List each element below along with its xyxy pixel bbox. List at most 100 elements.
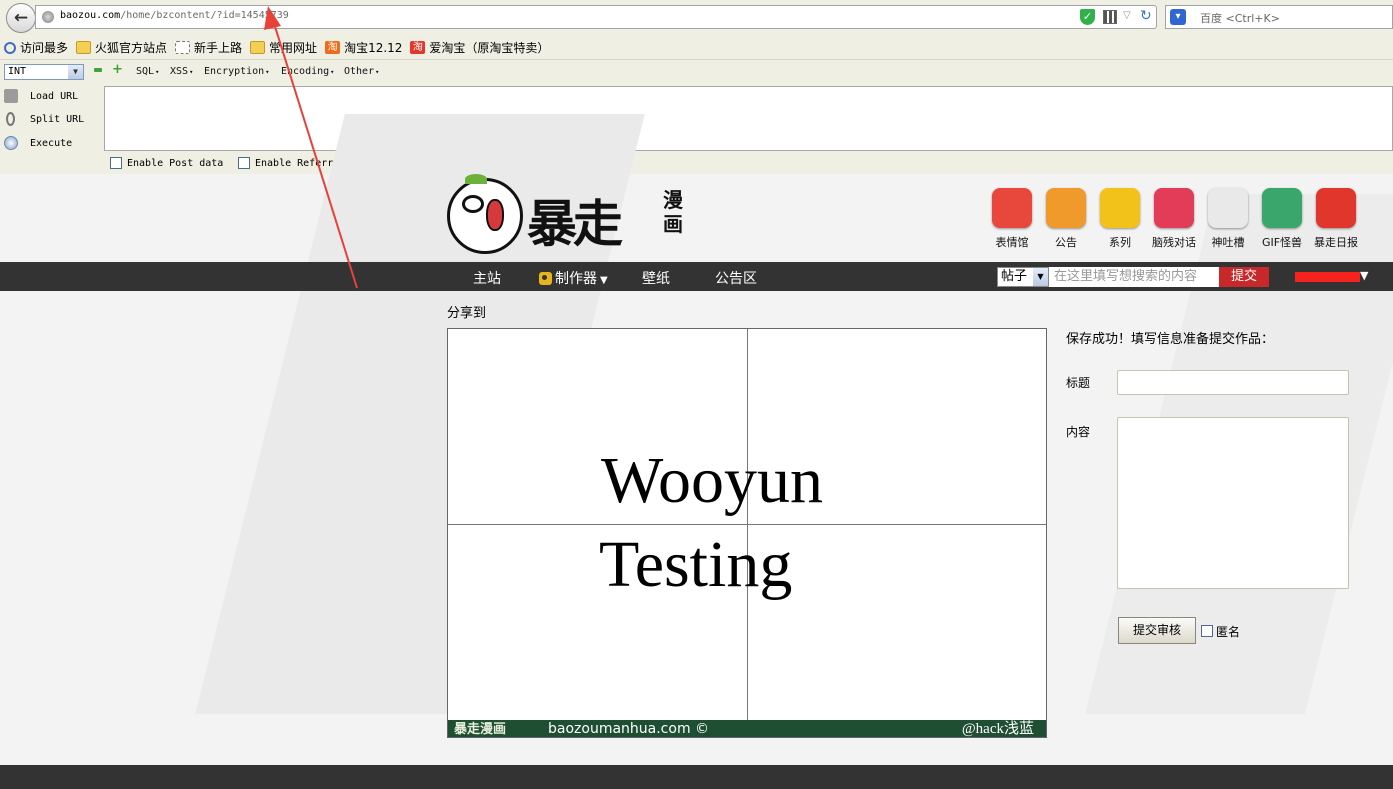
play-icon xyxy=(4,136,18,150)
checkbox[interactable] xyxy=(110,157,122,169)
logo-text: 暴走 xyxy=(527,194,623,253)
load-url-button[interactable]: Load URL xyxy=(0,86,100,106)
vs-icon xyxy=(1154,188,1194,228)
footer-bar xyxy=(0,765,1393,789)
series-icon xyxy=(1100,188,1140,228)
search-submit-button[interactable]: 提交 xyxy=(1219,267,1269,287)
bookmark-most-visited[interactable]: 访问最多 xyxy=(4,39,68,56)
scissors-icon xyxy=(6,112,15,126)
logo-subtext: 漫画 xyxy=(663,188,683,236)
notice-icon xyxy=(1046,188,1086,228)
caret-down-icon[interactable]: ▼ xyxy=(1360,269,1368,282)
plus-icon[interactable]: + xyxy=(112,63,123,76)
folder-icon xyxy=(250,41,266,54)
aitaobao-icon: 淘 xyxy=(410,41,426,54)
menu-xss[interactable]: XSS xyxy=(170,66,193,77)
content-textarea[interactable] xyxy=(1117,417,1349,589)
cat-icon xyxy=(1208,188,1248,228)
feature-roast[interactable]: 神吐槽 xyxy=(1201,188,1255,250)
face-icon xyxy=(992,188,1032,228)
search-type-select[interactable]: 帖子 ▼ xyxy=(997,267,1049,287)
grid-divider xyxy=(747,329,748,721)
search-placeholder: 百度 <Ctrl+K> xyxy=(1200,12,1280,25)
canvas-text-line: Wooyun xyxy=(601,444,824,517)
share-label: 分享到 xyxy=(447,306,487,321)
watermark-logo: 暴走漫画 xyxy=(454,722,507,737)
title-input[interactable] xyxy=(1117,370,1349,395)
menu-encryption[interactable]: Encryption xyxy=(204,66,269,77)
bookmark-getting-started[interactable]: 新手上路 xyxy=(175,39,242,56)
title-label: 标题 xyxy=(1066,376,1091,390)
bookmark-common-sites[interactable]: 常用网址 xyxy=(250,39,317,56)
canvas-text-line: Testing xyxy=(599,528,793,601)
anonymous-label: 匿名 xyxy=(1216,625,1241,639)
chevron-down-icon[interactable]: ▼ xyxy=(1033,268,1048,286)
site-search-input[interactable]: 在这里填写想搜索的内容 xyxy=(1049,267,1219,287)
sprout-icon xyxy=(465,174,487,184)
reload-icon[interactable]: ↻ xyxy=(1140,8,1152,24)
menu-other[interactable]: Other xyxy=(344,66,379,77)
load-url-icon xyxy=(4,89,18,103)
execute-button[interactable]: Execute xyxy=(0,133,100,153)
enable-referrer-checkbox[interactable]: Enable Referrer xyxy=(238,157,345,169)
shield-icon[interactable]: ✓ xyxy=(1080,9,1095,25)
submit-review-button[interactable]: 提交审核 xyxy=(1118,617,1196,644)
canvas-watermark: 暴走漫画 baozoumanhua.com © @hack浅蓝 xyxy=(448,720,1046,737)
site-logo[interactable]: 暴走 漫画 xyxy=(447,174,697,258)
feature-notice[interactable]: 公告 xyxy=(1039,188,1093,250)
baidu-paw-icon[interactable]: ▾ xyxy=(1170,9,1186,25)
search-icon xyxy=(4,41,16,54)
dashed-page-icon xyxy=(175,41,191,54)
hackbar-panel: INT▼ + SQL XSS Encryption Encoding Other… xyxy=(0,59,1393,174)
navigation-toolbar: ← baozou.com/home/bzcontent/?id=14545739… xyxy=(0,0,1393,36)
qr-code-icon[interactable] xyxy=(1103,10,1117,24)
site-navbar: 主站 制作器 ▼ 壁纸 公告区 帖子 ▼ 在这里填写想搜索的内容 提交 ▼ xyxy=(0,262,1393,291)
web-page: 暴走 漫画 表情馆 公告 系列 脑残对话 神吐槽 GIF怪兽 暴走日报 主站 制… xyxy=(0,114,1393,789)
comic-canvas: Wooyun Testing 暴走漫画 baozoumanhua.com © @… xyxy=(447,328,1047,738)
address-bar[interactable]: baozou.com/home/bzcontent/?id=14545739 ✓… xyxy=(35,5,1157,29)
feature-daily[interactable]: 暴走日报 xyxy=(1309,188,1363,250)
menu-encoding[interactable]: Encoding xyxy=(281,66,334,77)
globe-icon xyxy=(42,11,54,23)
dropdown-arrow-icon[interactable]: ▽ xyxy=(1123,10,1131,21)
url-text[interactable]: baozou.com/home/bzcontent/?id=14545739 xyxy=(60,10,289,21)
chevron-down-icon[interactable]: ▼ xyxy=(68,65,83,79)
back-arrow-icon: ← xyxy=(13,8,29,28)
minus-icon[interactable] xyxy=(94,68,102,72)
monster-icon xyxy=(1262,188,1302,228)
back-button[interactable]: ← xyxy=(6,3,36,33)
taobao-icon: 淘 xyxy=(325,41,341,54)
watermark-site: baozoumanhua.com © xyxy=(548,721,710,737)
checkbox[interactable] xyxy=(238,157,250,169)
bookmark-aitaobao[interactable]: 淘爱淘宝（原淘宝特卖） xyxy=(410,39,549,56)
type-select[interactable]: INT ▼ xyxy=(4,64,84,80)
username-redacted[interactable] xyxy=(1295,272,1360,282)
bookmark-taobao[interactable]: 淘淘宝12.12 xyxy=(325,39,402,56)
rage-face-icon xyxy=(447,178,523,254)
grid-divider xyxy=(448,524,1046,525)
feature-emoticons[interactable]: 表情馆 xyxy=(985,188,1039,250)
menu-sql[interactable]: SQL xyxy=(136,66,159,77)
watermark-handle: @hack浅蓝 xyxy=(961,721,1034,737)
hackbar-url-textarea[interactable] xyxy=(104,86,1393,151)
folder-icon xyxy=(76,41,92,54)
nav-maker[interactable]: 制作器 ▼ xyxy=(539,268,608,288)
enable-post-data-checkbox[interactable]: Enable Post data xyxy=(110,157,223,169)
browser-search-box[interactable]: ▾ 百度 <Ctrl+K> xyxy=(1165,5,1393,29)
bookmarks-toolbar: 访问最多 火狐官方站点 新手上路 常用网址 淘淘宝12.12 淘爱淘宝（原淘宝特… xyxy=(0,36,1393,59)
save-status-message: 保存成功！填写信息准备提交作品： xyxy=(1066,332,1275,347)
daily-icon xyxy=(1316,188,1356,228)
feature-dialogue[interactable]: 脑残对话 xyxy=(1147,188,1201,250)
anonymous-checkbox[interactable] xyxy=(1201,625,1213,637)
nav-wallpaper[interactable]: 壁纸 xyxy=(642,268,670,288)
split-url-button[interactable]: Split URL xyxy=(0,109,100,129)
nav-notice-board[interactable]: 公告区 xyxy=(715,268,757,288)
caret-down-icon: ▼ xyxy=(600,275,608,286)
bookmark-firefox-site[interactable]: 火狐官方站点 xyxy=(76,39,167,56)
feature-gif-monster[interactable]: GIF怪兽 xyxy=(1255,188,1309,250)
feature-series[interactable]: 系列 xyxy=(1093,188,1147,250)
browser-chrome: ← baozou.com/home/bzcontent/?id=14545739… xyxy=(0,0,1393,174)
content-label: 内容 xyxy=(1066,425,1091,439)
nav-main-site[interactable]: 主站 xyxy=(473,268,501,288)
feature-icons: 表情馆 公告 系列 脑残对话 神吐槽 GIF怪兽 暴走日报 xyxy=(985,188,1363,250)
